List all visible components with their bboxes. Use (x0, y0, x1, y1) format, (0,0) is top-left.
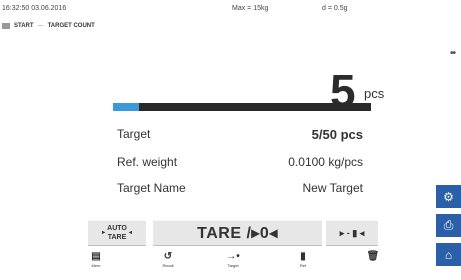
breadcrumb-separator: — (37, 23, 44, 29)
breadcrumb-start[interactable]: START (14, 23, 34, 29)
auto-tare-line1: AUTO (107, 225, 127, 232)
info-row-target-name: Target Name New Target (117, 181, 363, 201)
arrow-right-icon: ▸ (102, 229, 106, 236)
status-bar: 16:32:50 03.06.2016 Max = 15kg d = 0.5g (0, 0, 461, 16)
info-label: Target Name (117, 181, 186, 195)
home-button[interactable]: ⌂ (436, 243, 461, 266)
ref-button[interactable]: ▮ Ref (290, 251, 316, 273)
overflow-dots-icon[interactable]: •• (450, 48, 456, 59)
fkey-label: Mem (91, 263, 101, 268)
auto-tare-button[interactable]: ▸ AUTO TARE ◂ (88, 220, 146, 246)
ref-weight-button[interactable]: ▸ - ▮ ◂ (326, 220, 378, 246)
readability: d = 0.5g (322, 5, 348, 12)
recall-button[interactable]: ↺ Recall (155, 251, 181, 273)
print-button[interactable]: ⎙ (436, 214, 461, 237)
info-row-target: Target 5/50 pcs (117, 127, 363, 147)
target-button[interactable]: →• Target (220, 251, 246, 273)
fkey-label: Target (227, 263, 239, 268)
fkey-label: Recall (162, 263, 174, 268)
progress-fill (113, 103, 139, 111)
tare-zero-button[interactable]: TARE /▸0◂ (153, 220, 322, 246)
info-value: 0.0100 kg/pcs (288, 155, 363, 169)
max-capacity: Max = 15kg (232, 5, 269, 12)
printer-icon: ⎙ (443, 218, 454, 232)
arrow-left-icon: ◂ (128, 229, 132, 236)
balance-icon (2, 23, 10, 29)
fkey-label: Ref (299, 263, 307, 268)
memory-button[interactable]: ▤ Mem (83, 251, 109, 273)
progress-bar (113, 103, 371, 111)
reset-icon: ↺ (163, 251, 173, 262)
breadcrumb-current: TARGET COUNT (47, 23, 95, 29)
home-icon: ⌂ (444, 247, 453, 262)
delete-button[interactable]: 🗑 (360, 251, 386, 273)
trash-icon: 🗑 (366, 251, 380, 262)
target-arrow-icon: →• (226, 251, 240, 262)
info-label: Ref. weight (117, 155, 178, 169)
ref-weight-icon: ▮ (300, 251, 306, 262)
settings-button[interactable]: ⚙ (436, 185, 461, 208)
info-label: Target (117, 127, 151, 141)
info-value: New Target (302, 181, 363, 195)
breadcrumb: START — TARGET COUNT (2, 21, 95, 31)
weight-unit: pcs (364, 86, 385, 101)
info-value: 5/50 pcs (311, 127, 363, 142)
menu-book-icon: ▤ (91, 251, 101, 262)
info-row-ref-weight: Ref. weight 0.0100 kg/pcs (117, 155, 363, 175)
auto-tare-line2: TARE (107, 234, 127, 241)
datetime: 16:32:50 03.06.2016 (2, 5, 67, 12)
gear-icon: ⚙ (443, 189, 454, 204)
